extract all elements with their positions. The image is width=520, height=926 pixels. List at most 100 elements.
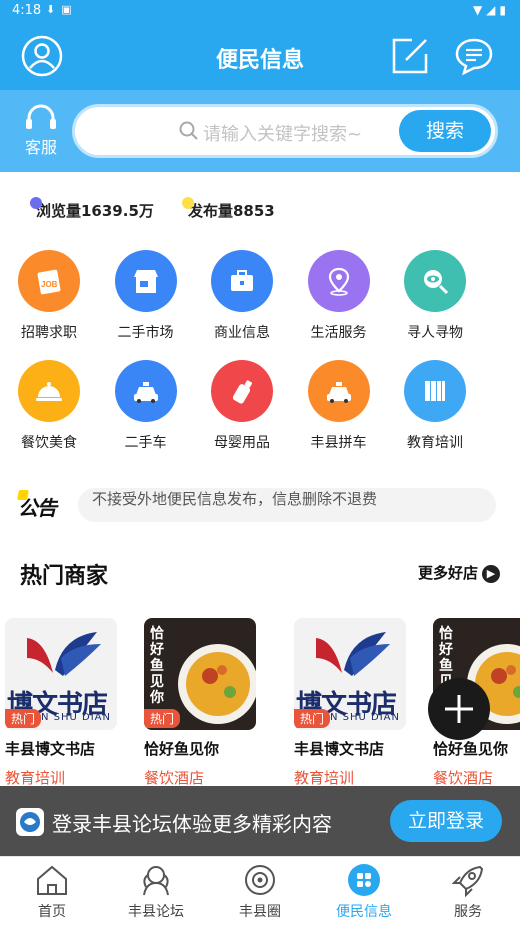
post-dot — [182, 197, 194, 209]
category-label: 二手市场 — [117, 325, 174, 341]
category-9[interactable]: 丰县拼车 — [291, 360, 387, 452]
tab-forum-label: 丰县论坛 — [128, 904, 184, 920]
tab-home[interactable]: 首页 — [0, 863, 104, 921]
hot-badge: 热门 — [294, 709, 331, 728]
books-icon — [404, 360, 466, 422]
forum-icon — [143, 866, 169, 896]
hot-badge: 热门 — [5, 709, 42, 728]
shop-category: 教育培训 — [5, 769, 66, 787]
tab-forum[interactable]: 丰县论坛 — [104, 863, 208, 921]
shop-logo-subtext: N SHU DIAN — [330, 712, 400, 723]
notice-logo: 公告 — [17, 490, 57, 521]
shop-category: 教育培训 — [294, 769, 355, 787]
tab-circle-label: 丰县圈 — [239, 904, 281, 920]
home-icon — [37, 865, 67, 895]
forum-logo-icon — [16, 808, 44, 836]
plus-icon — [445, 695, 473, 723]
view-count: 浏览量1639.5万 — [30, 197, 154, 221]
shop-logo: 恰好鱼见你热门 — [144, 618, 256, 730]
chevron-right-icon: ▶ — [482, 564, 500, 583]
category-4[interactable]: 生活服务 — [291, 250, 387, 342]
notice-logo-mark — [17, 490, 29, 500]
search-icon — [179, 121, 198, 140]
shop-card[interactable]: 博文书店 N SHU DIAN 热门丰县博文书店 教育培训 — [5, 618, 117, 788]
shop-logo: 博文书店 N SHU DIAN 热门 — [294, 618, 406, 730]
dish-icon — [18, 360, 80, 422]
hot-badge: 热门 — [144, 709, 181, 728]
more-shops-label: 更多好店 — [417, 564, 478, 582]
edit-icon[interactable] — [388, 34, 432, 78]
eye-search-icon — [404, 250, 466, 312]
post-count-text: 发布量8853 — [188, 202, 275, 220]
login-banner-text: 登录丰县论坛体验更多精彩内容 — [52, 812, 332, 836]
category-10[interactable]: 教育培训 — [387, 360, 483, 452]
category-1[interactable]: JOB 招聘求职 — [1, 250, 97, 342]
page-title: 便民信息 — [215, 48, 304, 73]
category-7[interactable]: 二手车 — [98, 360, 194, 452]
category-8[interactable]: 母婴用品 — [194, 360, 290, 452]
grid-icon — [348, 864, 380, 896]
add-post-button[interactable] — [428, 678, 490, 740]
taxi-icon — [114, 360, 177, 422]
shop-category: 餐饮酒店 — [433, 769, 494, 787]
shop-name: 丰县博文书店 — [294, 740, 385, 758]
shop-category: 餐饮酒店 — [144, 769, 205, 787]
login-button[interactable]: 立即登录 — [390, 800, 502, 842]
category-label: 生活服务 — [310, 325, 367, 341]
search-placeholder: 请输入关键字搜索~ — [203, 124, 363, 145]
shop-logo: 博文书店 N SHU DIAN 热门 — [5, 618, 117, 730]
tab-circle[interactable]: 丰县圈 — [208, 863, 312, 921]
shop-card[interactable]: 博文书店 N SHU DIAN 热门丰县博文书店 教育培训 — [294, 618, 406, 788]
view-count-text: 浏览量1639.5万 — [36, 202, 154, 220]
status-bar: 4:18 ⬇▣ ▼◢▮ — [0, 0, 520, 22]
tab-convenience-info[interactable]: 便民信息 — [312, 863, 416, 921]
shop-name: 丰县博文书店 — [5, 740, 96, 758]
app-header: 便民信息 — [0, 22, 520, 90]
tab-service-label: 服务 — [454, 904, 482, 920]
tab-service[interactable]: 服务 — [416, 863, 520, 921]
category-label: 二手车 — [124, 435, 167, 451]
status-time: 4:18 — [12, 3, 42, 18]
category-6[interactable]: 餐饮美食 — [1, 360, 97, 452]
bottle-icon — [211, 360, 273, 422]
category-label: 母婴用品 — [214, 435, 270, 451]
category-label: 丰县拼车 — [310, 435, 367, 451]
category-2[interactable]: 二手市场 — [98, 250, 194, 342]
briefcase-icon — [211, 250, 273, 312]
post-count: 发布量8853 — [182, 197, 275, 221]
notice-marquee[interactable]: 不接受外地便民信息发布，信息删除不退费 — [78, 488, 496, 522]
status-notification-icons: ⬇▣ — [46, 3, 78, 16]
headset-icon — [26, 104, 56, 129]
customer-service-button[interactable]: 客服 — [16, 104, 66, 158]
shop-logo-subtext: N SHU DIAN — [41, 712, 111, 723]
shop-name: 恰好鱼见你 — [433, 740, 509, 758]
shop-card[interactable]: 恰好鱼见你热门恰好鱼见你餐饮酒店 — [144, 618, 256, 788]
section-title: 热门商家 — [20, 564, 109, 589]
shop-logo-text: 恰好鱼见你 — [150, 626, 164, 706]
store-icon — [114, 250, 177, 312]
location-icon — [307, 250, 370, 312]
category-label: 商业信息 — [214, 325, 270, 341]
category-label: 寻人寻物 — [407, 325, 463, 341]
search-input[interactable]: 请输入关键字搜索~ 搜索 — [72, 104, 498, 158]
status-system-icons: ▼◢▮ — [472, 3, 510, 17]
category-label: 教育培训 — [407, 435, 463, 451]
more-shops-link[interactable]: 更多好店 ▶ — [418, 562, 500, 583]
svg-text:JOB: JOB — [41, 280, 58, 289]
chat-icon[interactable] — [452, 34, 496, 78]
category-3[interactable]: 商业信息 — [194, 250, 290, 342]
view-dot — [30, 197, 42, 209]
customer-service-label: 客服 — [24, 138, 57, 157]
rocket-icon — [451, 865, 484, 897]
login-banner: 登录丰县论坛体验更多精彩内容 立即登录 — [0, 786, 520, 856]
search-button[interactable]: 搜索 — [399, 110, 491, 152]
job-icon: JOB — [18, 250, 80, 312]
bottom-tab-bar: 首页 丰县论坛 丰县圈 便民信息 服务 — [0, 856, 520, 926]
shop-name: 恰好鱼见你 — [144, 740, 220, 758]
tab-convenience-label: 便民信息 — [336, 904, 392, 920]
category-5[interactable]: 寻人寻物 — [387, 250, 483, 342]
category-label: 餐饮美食 — [21, 435, 77, 451]
circle-icon — [245, 865, 275, 895]
category-label: 招聘求职 — [21, 325, 77, 341]
tab-home-label: 首页 — [38, 904, 66, 920]
